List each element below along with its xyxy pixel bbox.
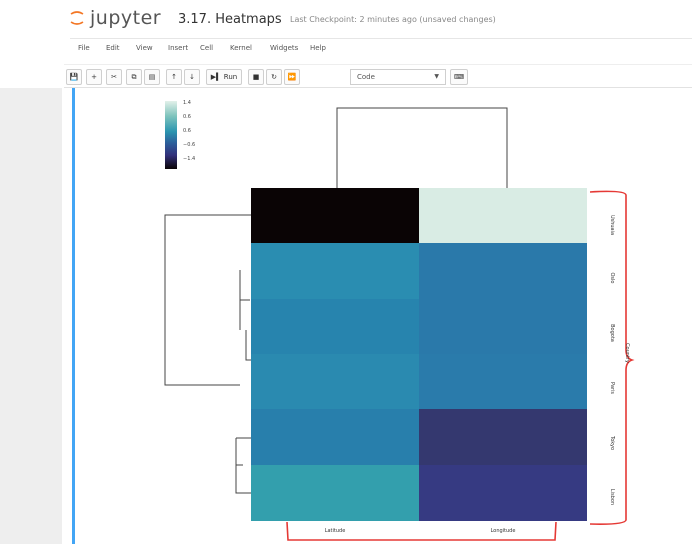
menu-bar: File Edit View Insert Cell Kernel Widget… <box>70 38 692 59</box>
menu-kernel[interactable]: Kernel <box>230 44 252 52</box>
save-button[interactable]: 💾 <box>66 69 82 85</box>
heatmap-cell <box>251 243 419 300</box>
interrupt-button[interactable]: ■ <box>248 69 264 85</box>
cell-type-value: Code <box>357 73 375 81</box>
heatmap-cell <box>251 188 419 244</box>
menu-insert[interactable]: Insert <box>168 44 188 52</box>
chevron-down-icon: ▼ <box>434 73 439 80</box>
menu-edit[interactable]: Edit <box>106 44 120 52</box>
scissors-icon: ✂ <box>111 73 117 81</box>
colorbar-tick: −1.4 <box>183 156 196 162</box>
heatmap-cell <box>419 409 587 466</box>
heatmap-cell <box>251 464 419 521</box>
row-label: Tokyo <box>609 436 615 450</box>
colorbar-tick: 1.4 <box>183 100 191 106</box>
selected-cell-indicator[interactable] <box>72 88 75 544</box>
paste-icon: ▤ <box>148 73 156 81</box>
heatmap-cell <box>251 409 419 466</box>
copy-icon: ⧉ <box>131 73 137 81</box>
colorbar-tick: 0.6 <box>183 114 191 120</box>
heatmap-cell <box>419 243 587 300</box>
heatmap-cell <box>419 464 587 521</box>
menu-help[interactable]: Help <box>310 44 326 52</box>
colorbar-tick: −0.6 <box>183 142 196 148</box>
row-label: Oslo <box>609 272 615 284</box>
y-axis-label: Country <box>624 343 630 363</box>
heatmap-cell <box>251 298 419 355</box>
fast-forward-icon: ⏩ <box>287 73 297 81</box>
left-gutter <box>0 88 62 544</box>
command-palette-button[interactable]: ⌨ <box>450 69 468 85</box>
arrow-down-icon: ↓ <box>189 73 195 81</box>
heatmap-cell <box>419 298 587 355</box>
colorbar <box>165 101 177 169</box>
heatmap-cell <box>251 354 419 410</box>
keyboard-icon: ⌨ <box>453 73 465 81</box>
row-label: Lisbon <box>609 488 615 506</box>
heatmap-cell <box>419 354 587 410</box>
notebook-toolbar: 💾 + ✂ ⧉ ▤ ↑ ↓ ▶▍ Run ■ ↻ ⏩ Code ▼ ⌨ <box>64 64 692 88</box>
column-label: Latitude <box>324 528 346 534</box>
arrow-up-icon: ↑ <box>171 73 177 81</box>
row-label: Paris <box>609 382 615 394</box>
notebook-title[interactable]: 3.17. Heatmaps <box>178 12 282 27</box>
cell-type-select[interactable]: Code ▼ <box>350 69 446 85</box>
run-button[interactable]: ▶▍ Run <box>206 69 242 85</box>
run-icon: ▶▍ <box>210 73 222 81</box>
notebook-header: jupyter 3.17. Heatmaps Last Checkpoint: … <box>0 0 692 36</box>
column-label: Longitude <box>490 528 516 534</box>
menu-view[interactable]: View <box>136 44 153 52</box>
checkpoint-status: Last Checkpoint: 2 minutes ago (unsaved … <box>290 15 496 24</box>
menu-cell[interactable]: Cell <box>200 44 213 52</box>
column-dendrogram <box>336 107 508 188</box>
plus-icon: + <box>91 73 97 81</box>
restart-button[interactable]: ↻ <box>266 69 282 85</box>
move-up-button[interactable]: ↑ <box>166 69 182 85</box>
menu-file[interactable]: File <box>78 44 90 52</box>
save-icon: 💾 <box>69 73 79 81</box>
row-label: Bogota <box>609 324 615 342</box>
colorbar-tick: 0.6 <box>183 128 191 134</box>
row-dendrogram <box>164 214 251 494</box>
move-down-button[interactable]: ↓ <box>184 69 200 85</box>
cut-button[interactable]: ✂ <box>106 69 122 85</box>
insert-cell-button[interactable]: + <box>86 69 102 85</box>
heatmap-cell <box>419 188 587 244</box>
jupyter-brand[interactable]: jupyter <box>90 7 161 29</box>
jupyter-logo-icon[interactable] <box>70 10 84 26</box>
row-label: Ushuaia <box>609 214 615 236</box>
restart-icon: ↻ <box>271 73 277 81</box>
stop-icon: ■ <box>252 73 260 81</box>
run-label: Run <box>223 73 238 81</box>
menu-widgets[interactable]: Widgets <box>270 44 298 52</box>
paste-button[interactable]: ▤ <box>144 69 160 85</box>
restart-run-all-button[interactable]: ⏩ <box>284 69 300 85</box>
heatmap <box>251 188 587 521</box>
copy-button[interactable]: ⧉ <box>126 69 142 85</box>
